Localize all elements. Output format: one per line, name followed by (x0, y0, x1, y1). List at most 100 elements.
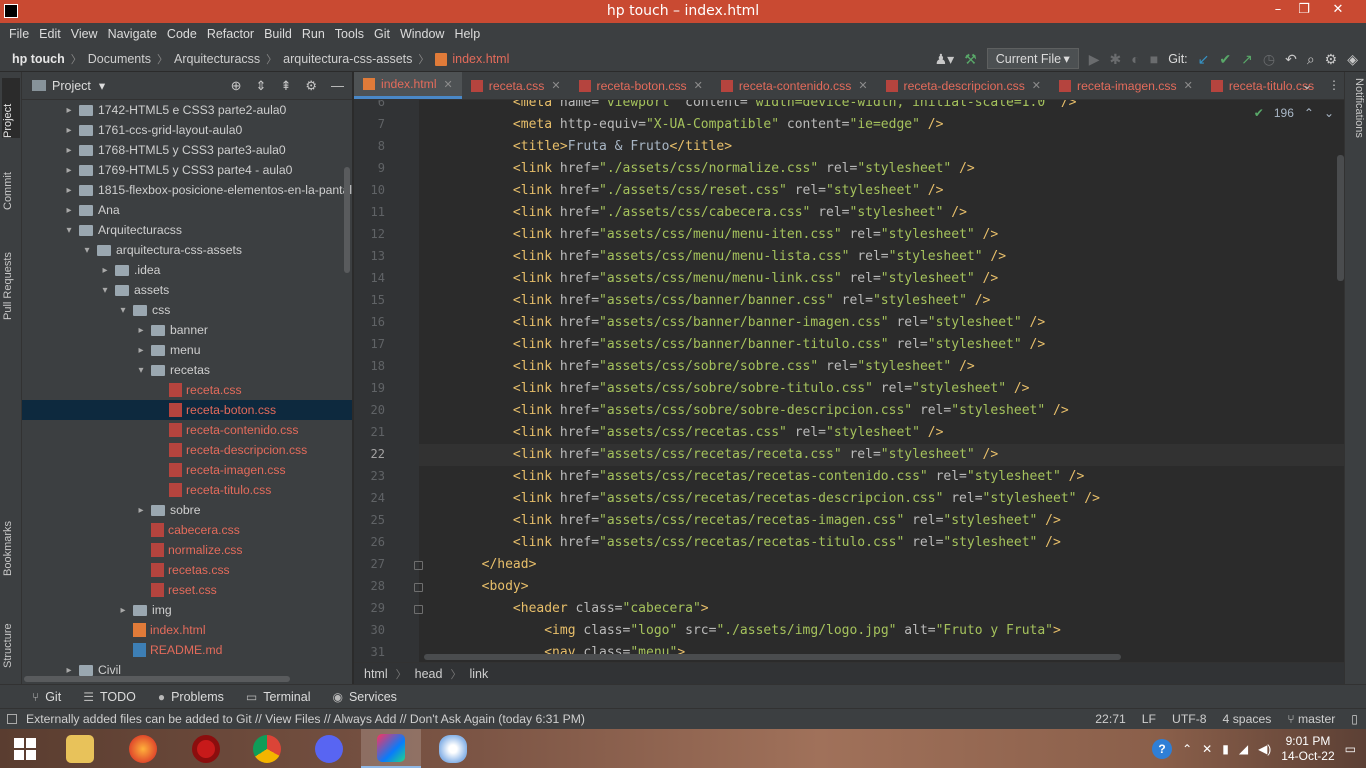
system-clock[interactable]: 9:01 PM 14-Oct-22 (1281, 734, 1334, 764)
line-number[interactable]: 16 (355, 315, 385, 329)
taskbar-discord[interactable] (299, 729, 359, 768)
code-line[interactable]: <header class="cabecera"> (419, 598, 1344, 620)
line-number[interactable]: 26 (355, 535, 385, 549)
code-line[interactable]: <link href="assets/css/recetas/receta.cs… (419, 444, 1344, 466)
menu-git[interactable]: Git (369, 27, 395, 41)
gear-icon[interactable]: ⚙ (1325, 52, 1338, 66)
build-hammer-icon[interactable]: ⚒ (964, 52, 977, 66)
inspection-widget[interactable]: ✔ 196 ⌃ ⌄ (1254, 106, 1334, 120)
chevron-right-icon[interactable]: ▸ (62, 665, 76, 676)
editor-tab[interactable]: receta-boton.css ✕ (570, 72, 712, 99)
tree-folder[interactable]: ▾ arquitectura-css-assets (22, 240, 352, 260)
code-line[interactable]: <link href="assets/css/recetas/recetas-d… (419, 488, 1344, 510)
code-line[interactable]: </head> (419, 554, 1344, 576)
code-line[interactable]: <link href="assets/css/banner/banner.css… (419, 290, 1344, 312)
help-icon[interactable]: ? (1152, 738, 1173, 759)
chevron-right-icon[interactable]: ▸ (134, 345, 148, 356)
tab-notifications[interactable]: Notifications (1347, 78, 1365, 168)
code-line[interactable]: <meta name="viewport" content="width=dev… (419, 100, 1344, 114)
tab-pull-requests[interactable]: Pull Requests (2, 230, 20, 320)
search-icon[interactable]: ⌕ (1307, 52, 1315, 66)
editor-tab[interactable]: receta-imagen.css ✕ (1050, 72, 1202, 99)
chevron-down-icon[interactable]: ▾ (99, 78, 105, 93)
chevron-right-icon[interactable]: ▸ (62, 185, 76, 196)
tool-todo[interactable]: ☰ TODO (83, 690, 136, 704)
line-number[interactable]: 21 (355, 425, 385, 439)
code-line[interactable]: <link href="./assets/css/reset.css" rel=… (419, 180, 1344, 202)
menu-edit[interactable]: Edit (34, 27, 66, 41)
project-horizontal-scrollbar[interactable] (24, 676, 290, 682)
gear-icon[interactable]: ⚙ (305, 78, 317, 94)
line-number[interactable]: 10 (355, 183, 385, 197)
tree-folder[interactable]: ▸ 1815-flexbox-posicione-elementos-en-la-… (22, 180, 352, 200)
tree-folder[interactable]: ▸ menu (22, 340, 352, 360)
editor-tab[interactable]: receta-descripcion.css ✕ (877, 72, 1050, 99)
close-tab-icon[interactable]: ✕ (1184, 79, 1193, 92)
tree-folder[interactable]: ▸ sobre (22, 500, 352, 520)
git-push-icon[interactable]: ↗ (1241, 52, 1253, 66)
editor-breadcrumb-head[interactable]: head (415, 667, 443, 681)
tool-services[interactable]: ◉ Services (332, 690, 396, 704)
tree-file[interactable]: reset.css (22, 580, 352, 600)
code-line[interactable]: <link href="assets/css/recetas.css" rel=… (419, 422, 1344, 444)
wifi-signal-icon[interactable]: ◢ (1239, 742, 1248, 756)
project-panel-title[interactable]: Project (52, 79, 91, 93)
code-line[interactable]: <link href="assets/css/recetas/recetas-c… (419, 466, 1344, 488)
menu-build[interactable]: Build (259, 27, 297, 41)
menu-window[interactable]: Window (395, 27, 449, 41)
close-tab-icon[interactable]: ✕ (694, 79, 703, 92)
close-tab-icon[interactable]: ✕ (444, 78, 453, 91)
menu-tools[interactable]: Tools (330, 27, 369, 41)
line-number[interactable]: 13 (355, 249, 385, 263)
file-encoding[interactable]: UTF-8 (1172, 712, 1207, 726)
line-number[interactable]: 19 (355, 381, 385, 395)
editor-breadcrumb-link[interactable]: link (469, 667, 488, 681)
close-button[interactable]: ✕ (1323, 2, 1353, 17)
editor-horizontal-scrollbar[interactable] (424, 654, 1121, 660)
tab-project[interactable]: Project (2, 78, 20, 138)
breadcrumb-file[interactable]: index.html (452, 52, 509, 66)
rollback-icon[interactable]: ↶ (1285, 52, 1297, 66)
tree-file[interactable]: normalize.css (22, 540, 352, 560)
git-update-icon[interactable]: ↙ (1198, 52, 1210, 66)
breadcrumb-assets-folder[interactable]: arquitectura-css-assets (283, 52, 412, 66)
coverage-icon[interactable]: ◐ (1131, 52, 1139, 66)
close-tab-icon[interactable]: ✕ (551, 79, 560, 92)
close-tab-icon[interactable]: ✕ (858, 79, 867, 92)
run-configuration-select[interactable]: Current File ▾ (986, 48, 1079, 69)
code-line[interactable]: <img class="logo" src="./assets/img/logo… (419, 620, 1344, 642)
code-line[interactable]: <link href="./assets/css/cabecera.css" r… (419, 202, 1344, 224)
tree-file[interactable]: README.md (22, 640, 352, 660)
chevron-up-icon[interactable]: ⌃ (1182, 742, 1192, 756)
code-line[interactable]: <link href="assets/css/banner/banner-ima… (419, 312, 1344, 334)
tree-file[interactable]: receta-descripcion.css (22, 440, 352, 460)
tree-folder[interactable]: ▾ Arquitecturacss (22, 220, 352, 240)
editor-vertical-scrollbar[interactable] (1337, 155, 1344, 281)
line-number[interactable]: 6 (355, 100, 385, 109)
line-number[interactable]: 22 (355, 447, 385, 461)
tree-folder[interactable]: ▸ banner (22, 320, 352, 340)
breadcrumb-project[interactable]: hp touch (12, 52, 65, 66)
line-number[interactable]: 29 (355, 601, 385, 615)
chevron-down-icon[interactable]: ⌄ (1302, 78, 1312, 92)
tool-git[interactable]: ⑂ Git (32, 690, 61, 704)
line-number[interactable]: 14 (355, 271, 385, 285)
menu-run[interactable]: Run (297, 27, 330, 41)
caret-position[interactable]: 22:71 (1095, 712, 1126, 726)
line-number[interactable]: 9 (355, 161, 385, 175)
tree-file[interactable]: receta-boton.css (22, 400, 352, 420)
locate-file-icon[interactable]: ⊕ (231, 78, 242, 94)
code-line[interactable]: <link href="assets/css/menu/menu-link.cs… (419, 268, 1344, 290)
menu-navigate[interactable]: Navigate (103, 27, 162, 41)
tab-structure[interactable]: Structure (2, 608, 20, 668)
chevron-right-icon[interactable]: ▸ (62, 145, 76, 156)
git-branch-widget[interactable]: ⑂ master (1287, 712, 1335, 726)
code-line[interactable]: <link href="assets/css/recetas/recetas-t… (419, 532, 1344, 554)
code-line[interactable]: <link href="assets/css/sobre/sobre.css" … (419, 356, 1344, 378)
code-line[interactable]: <meta http-equiv="X-UA-Compatible" conte… (419, 114, 1344, 136)
chevron-right-icon[interactable]: ▸ (62, 165, 76, 176)
chevron-right-icon[interactable]: ▸ (62, 205, 76, 216)
tree-folder[interactable]: ▸ img (22, 600, 352, 620)
maximize-button[interactable]: ❐ (1289, 2, 1319, 17)
tree-file[interactable]: receta-contenido.css (22, 420, 352, 440)
